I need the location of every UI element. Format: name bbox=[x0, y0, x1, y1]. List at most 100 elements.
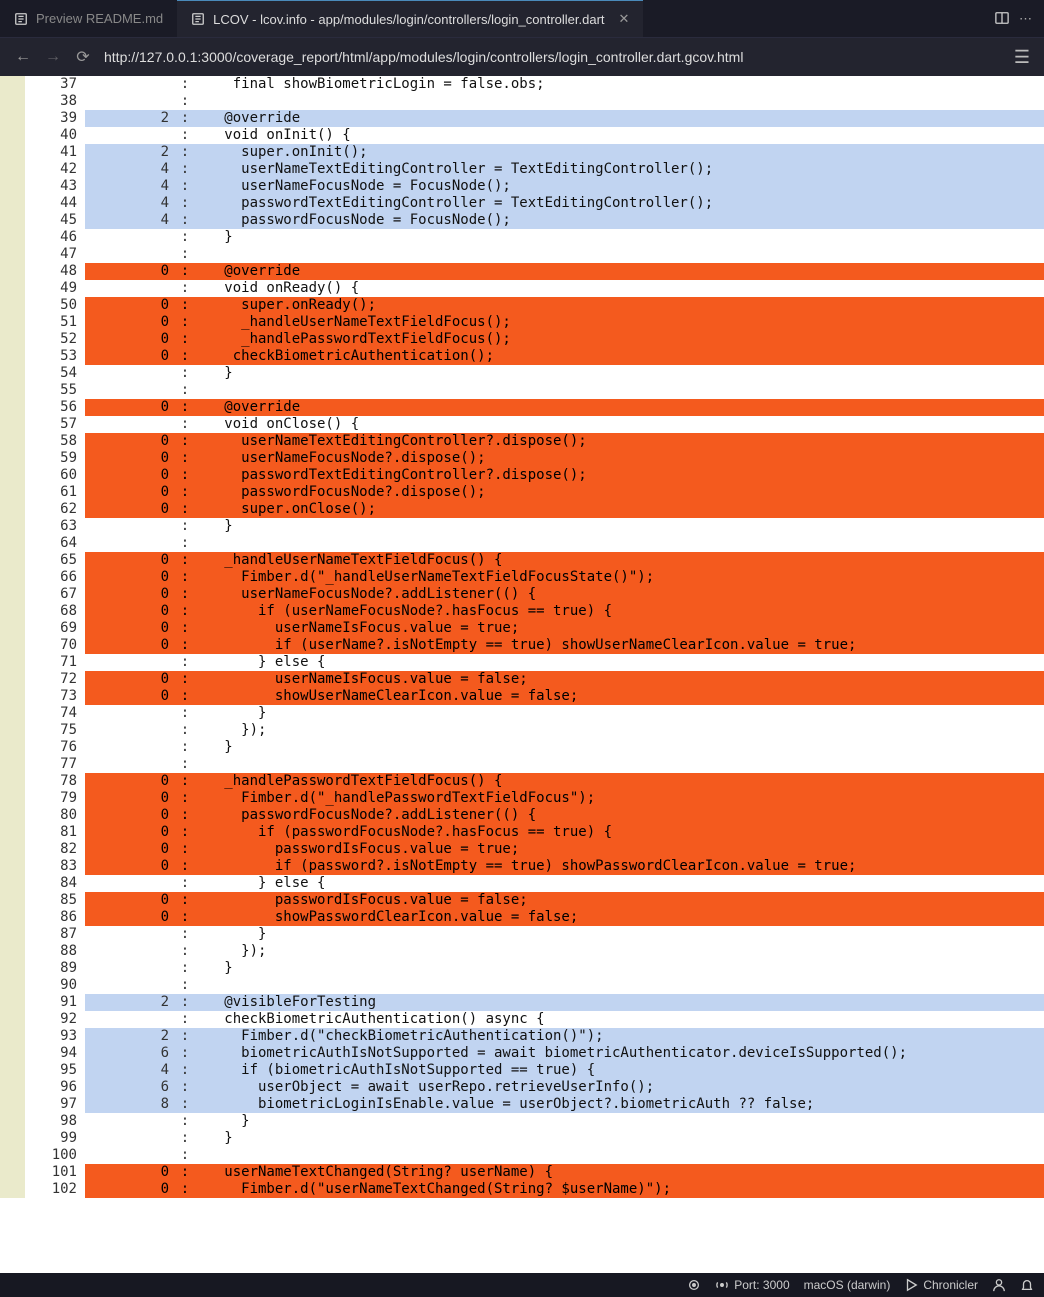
status-debug[interactable] bbox=[687, 1278, 701, 1292]
code-text: final showBiometricLogin = false.obs; bbox=[195, 76, 1044, 93]
tab-label: LCOV - lcov.info - app/modules/login/con… bbox=[213, 12, 604, 27]
code-line: 800: passwordFocusNode?.addListener(() { bbox=[0, 807, 1044, 824]
line-number: 59 bbox=[25, 450, 85, 467]
code-text: @override bbox=[195, 263, 1044, 280]
code-text: Fimber.d("userNameTextChanged(String? $u… bbox=[195, 1181, 1044, 1198]
preview-icon bbox=[14, 12, 28, 26]
line-number: 81 bbox=[25, 824, 85, 841]
hit-count bbox=[85, 127, 175, 144]
hit-count: 4 bbox=[85, 178, 175, 195]
status-account[interactable] bbox=[992, 1278, 1006, 1292]
code-text: userNameFocusNode?.addListener(() { bbox=[195, 586, 1044, 603]
code-line: 932: Fimber.d("checkBiometricAuthenticat… bbox=[0, 1028, 1044, 1045]
hit-count: 0 bbox=[85, 467, 175, 484]
line-number: 67 bbox=[25, 586, 85, 603]
line-number: 64 bbox=[25, 535, 85, 552]
more-icon[interactable]: ⋯ bbox=[1019, 11, 1032, 27]
hit-count: 0 bbox=[85, 688, 175, 705]
tab-lcov[interactable]: LCOV - lcov.info - app/modules/login/con… bbox=[177, 0, 643, 37]
line-number: 79 bbox=[25, 790, 85, 807]
code-text: showPasswordClearIcon.value = false; bbox=[195, 909, 1044, 926]
line-number: 60 bbox=[25, 467, 85, 484]
bell-icon bbox=[1020, 1278, 1034, 1292]
code-text: userNameTextChanged(String? userName) { bbox=[195, 1164, 1044, 1181]
split-icon[interactable] bbox=[995, 11, 1009, 25]
url-text[interactable]: http://127.0.0.1:3000/coverage_report/ht… bbox=[104, 49, 1002, 65]
line-number: 43 bbox=[25, 178, 85, 195]
hit-count bbox=[85, 280, 175, 297]
line-number: 77 bbox=[25, 756, 85, 773]
code-line: 88: }); bbox=[0, 943, 1044, 960]
code-text: if (password?.isNotEmpty == true) showPa… bbox=[195, 858, 1044, 875]
code-text: Fimber.d("checkBiometricAuthentication()… bbox=[195, 1028, 1044, 1045]
hit-count: 0 bbox=[85, 314, 175, 331]
code-line: 520: _handlePasswordTextFieldFocus(); bbox=[0, 331, 1044, 348]
code-line: 90: bbox=[0, 977, 1044, 994]
code-line: 978: biometricLoginIsEnable.value = user… bbox=[0, 1096, 1044, 1113]
code-line: 830: if (password?.isNotEmpty == true) s… bbox=[0, 858, 1044, 875]
code-line: 730: showUserNameClearIcon.value = false… bbox=[0, 688, 1044, 705]
code-text: @override bbox=[195, 399, 1044, 416]
hamburger-icon[interactable]: ☰ bbox=[1014, 47, 1030, 68]
code-line: 92: checkBiometricAuthentication() async… bbox=[0, 1011, 1044, 1028]
code-line: 946: biometricAuthIsNotSupported = await… bbox=[0, 1045, 1044, 1062]
code-line: 64: bbox=[0, 535, 1044, 552]
hit-count bbox=[85, 739, 175, 756]
status-port[interactable]: Port: 3000 bbox=[715, 1278, 789, 1292]
code-line: 37: final showBiometricLogin = false.obs… bbox=[0, 76, 1044, 93]
hit-count: 0 bbox=[85, 1164, 175, 1181]
code-line: 660: Fimber.d("_handleUserNameTextFieldF… bbox=[0, 569, 1044, 586]
code-line: 99: } bbox=[0, 1130, 1044, 1147]
code-line: 720: userNameIsFocus.value = false; bbox=[0, 671, 1044, 688]
code-line: 850: passwordIsFocus.value = false; bbox=[0, 892, 1044, 909]
line-number: 68 bbox=[25, 603, 85, 620]
code-line: 1020: Fimber.d("userNameTextChanged(Stri… bbox=[0, 1181, 1044, 1198]
hit-count: 0 bbox=[85, 671, 175, 688]
line-number: 58 bbox=[25, 433, 85, 450]
hit-count: 0 bbox=[85, 841, 175, 858]
code-text: userNameIsFocus.value = true; bbox=[195, 620, 1044, 637]
hit-count: 0 bbox=[85, 892, 175, 909]
code-text: }); bbox=[195, 722, 1044, 739]
status-bell[interactable] bbox=[1020, 1278, 1034, 1292]
line-number: 61 bbox=[25, 484, 85, 501]
code-text: } else { bbox=[195, 654, 1044, 671]
hit-count: 0 bbox=[85, 552, 175, 569]
forward-icon[interactable]: → bbox=[44, 48, 62, 66]
code-text: if (userName?.isNotEmpty == true) showUs… bbox=[195, 637, 1044, 654]
hit-count bbox=[85, 722, 175, 739]
line-number: 96 bbox=[25, 1079, 85, 1096]
status-chronicler[interactable]: Chronicler bbox=[904, 1278, 978, 1292]
code-text: checkBiometricAuthentication() async { bbox=[195, 1011, 1044, 1028]
code-line: 560: @override bbox=[0, 399, 1044, 416]
close-icon[interactable]: ✕ bbox=[619, 11, 630, 27]
line-number: 57 bbox=[25, 416, 85, 433]
hit-count: 2 bbox=[85, 144, 175, 161]
status-os[interactable]: macOS (darwin) bbox=[804, 1278, 891, 1292]
line-number: 37 bbox=[25, 76, 85, 93]
code-text: passwordIsFocus.value = false; bbox=[195, 892, 1044, 909]
hit-count: 0 bbox=[85, 858, 175, 875]
code-text: userNameFocusNode = FocusNode(); bbox=[195, 178, 1044, 195]
line-number: 102 bbox=[25, 1181, 85, 1198]
broadcast-icon bbox=[715, 1278, 729, 1292]
back-icon[interactable]: ← bbox=[14, 48, 32, 66]
reload-icon[interactable]: ⟳ bbox=[74, 47, 92, 67]
hit-count: 6 bbox=[85, 1079, 175, 1096]
code-viewer[interactable]: 37: final showBiometricLogin = false.obs… bbox=[0, 76, 1044, 1273]
status-bar: Port: 3000 macOS (darwin) Chronicler bbox=[0, 1273, 1044, 1297]
code-text: } else { bbox=[195, 875, 1044, 892]
line-number: 101 bbox=[25, 1164, 85, 1181]
code-text: userNameFocusNode?.dispose(); bbox=[195, 450, 1044, 467]
line-number: 92 bbox=[25, 1011, 85, 1028]
code-line: 580: userNameTextEditingController?.disp… bbox=[0, 433, 1044, 450]
hit-count: 2 bbox=[85, 994, 175, 1011]
code-text: _handleUserNameTextFieldFocus() { bbox=[195, 552, 1044, 569]
hit-count bbox=[85, 977, 175, 994]
hit-count: 0 bbox=[85, 399, 175, 416]
line-number: 56 bbox=[25, 399, 85, 416]
code-line: 510: _handleUserNameTextFieldFocus(); bbox=[0, 314, 1044, 331]
code-text: biometricAuthIsNotSupported = await biom… bbox=[195, 1045, 1044, 1062]
tab-readme[interactable]: Preview README.md bbox=[0, 0, 177, 37]
line-number: 89 bbox=[25, 960, 85, 977]
